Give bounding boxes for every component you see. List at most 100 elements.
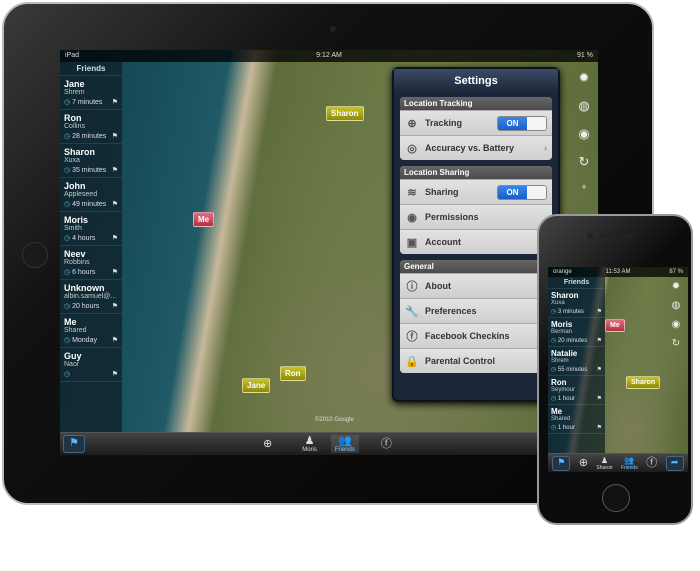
- ipad-home-button[interactable]: [22, 242, 48, 268]
- toggle-switch[interactable]: ON: [497, 115, 547, 131]
- zoom-in-icon[interactable]: +: [581, 182, 586, 192]
- friend-list-item[interactable]: Neev Robbins ◷ 6 hours ⚑: [60, 246, 122, 280]
- friend-list-item[interactable]: Ron Seymour ◷ 1 hour ⚑: [548, 376, 605, 405]
- settings-row[interactable]: ⓕFacebook CheckinsOf: [400, 323, 552, 348]
- flag-icon[interactable]: ⚑: [597, 308, 602, 315]
- friend-list-item[interactable]: John Appleseed ◷ 49 minutes ⚑: [60, 178, 122, 212]
- friend-list-item[interactable]: Unknown albin.samuel@... ◷ 20 hours ⚑: [60, 280, 122, 314]
- clock-icon: ◷: [551, 309, 557, 315]
- flag-icon[interactable]: ⚑: [112, 336, 118, 344]
- friend-list-item[interactable]: Natalie Shrem ◷ 55 minutes ⚑: [548, 347, 605, 376]
- eye-icon[interactable]: ◉: [672, 319, 681, 330]
- settings-gear-icon[interactable]: ✹: [579, 70, 590, 86]
- settings-row[interactable]: ◉ Permissions: [400, 204, 552, 229]
- settings-gear-icon[interactable]: ✹: [672, 281, 680, 292]
- flag-icon[interactable]: ⚑: [112, 132, 118, 140]
- tab-friends[interactable]: 👥 Friends: [330, 435, 359, 453]
- last-seen: 1 hour: [557, 396, 575, 402]
- refresh-icon[interactable]: ↻: [672, 338, 680, 349]
- locate-button[interactable]: ⊕: [579, 457, 588, 469]
- flag-icon[interactable]: ⚑: [597, 337, 602, 344]
- row-label: Preferences: [425, 306, 477, 316]
- flags-button[interactable]: ⚑: [552, 455, 571, 471]
- map-pin-ron[interactable]: Ron: [280, 366, 306, 381]
- settings-group: Location Sharing ≋ Sharing ON ◉ Permissions ▣ A…: [400, 166, 552, 254]
- flag-icon[interactable]: ⚑: [112, 98, 118, 106]
- friend-list-item[interactable]: Sharon Xuxa ◷ 35 minutes ⚑: [60, 144, 122, 178]
- eye-icon[interactable]: ◉: [578, 126, 589, 142]
- flag-icon[interactable]: ⚑: [112, 200, 118, 208]
- flag-icon[interactable]: ⚑: [112, 370, 118, 378]
- clock-icon: ◷: [64, 99, 71, 106]
- flag-icon[interactable]: ⚑: [597, 424, 602, 431]
- friend-list-item[interactable]: Me Shared ◷ 1 hour ⚑: [548, 405, 605, 434]
- flag-icon[interactable]: ⚑: [112, 268, 118, 276]
- friend-list-item[interactable]: Me Shared ◷ Monday ⚑: [60, 314, 122, 348]
- tab-friends[interactable]: 👥 Friends: [621, 456, 638, 471]
- chevron-right-icon: ›: [544, 143, 547, 153]
- map-pin-me[interactable]: Me: [605, 319, 625, 332]
- settings-row[interactable]: ⊕ Tracking ON: [400, 110, 552, 135]
- facebook-button[interactable]: ⓕ: [646, 457, 657, 469]
- flag-icon[interactable]: ⚑: [597, 395, 602, 402]
- friend-list-item[interactable]: Sharon Xuxa ◷ 3 minutes ⚑: [548, 289, 605, 318]
- locate-button[interactable]: ⊕: [263, 438, 272, 450]
- last-seen: 1 hour: [557, 425, 575, 431]
- settings-row[interactable]: ≋ Sharing ON: [400, 179, 552, 204]
- clock-icon: ◷: [551, 396, 557, 402]
- friend-first-name: Guy: [64, 351, 82, 361]
- row-label: Permissions: [425, 212, 479, 222]
- tab-moris[interactable]: ♟ Moris: [302, 435, 317, 453]
- settings-row[interactable]: 🔒Parental ControlOf: [400, 348, 552, 373]
- friend-last-name: Berman: [551, 329, 573, 335]
- friend-last-name: Shrem: [64, 89, 85, 96]
- settings-title: Settings: [394, 69, 558, 93]
- clock-icon: ◷: [64, 167, 71, 174]
- settings-row[interactable]: ◎ Accuracy vs. Battery ›: [400, 135, 552, 160]
- last-seen: 4 hours: [72, 235, 96, 242]
- facebook-icon: ⓕ: [380, 438, 392, 450]
- globe-icon[interactable]: ◍: [578, 98, 589, 114]
- row-label: About: [425, 281, 451, 291]
- flag-icon[interactable]: ⚑: [112, 302, 118, 310]
- share-button[interactable]: ➦: [665, 455, 684, 471]
- flag-icon[interactable]: ⚑: [597, 366, 602, 373]
- person-icon: ♟: [304, 435, 315, 447]
- settings-row[interactable]: ▣ Account: [400, 229, 552, 254]
- friend-last-name: Shrem: [551, 358, 569, 364]
- flag-icon[interactable]: ⚑: [112, 234, 118, 242]
- settings-group: General ⓘ About 🔧 Preferences ⓕ Facebook Check…: [400, 260, 552, 373]
- map-pin-sharon[interactable]: Sharon: [626, 376, 661, 389]
- toggle-switch[interactable]: ON: [497, 184, 547, 200]
- wifi-icon: ≋: [407, 186, 417, 199]
- row-label: Parental Control: [425, 356, 496, 366]
- crosshair-icon: ⊕: [263, 438, 273, 450]
- last-seen: 49 minutes: [72, 201, 107, 208]
- flags-button[interactable]: ⚑: [63, 435, 85, 453]
- friend-list-item[interactable]: Ron Collins ◷ 28 minutes ⚑: [60, 110, 122, 144]
- clock: 9:12 AM: [316, 52, 342, 59]
- friend-list-item[interactable]: Moris Smith ◷ 4 hours ⚑: [60, 212, 122, 246]
- map-controls: ✹ ◍ ◉ ↻ +: [572, 70, 596, 192]
- map-pin-jane[interactable]: Jane: [242, 378, 271, 393]
- flag-icon[interactable]: ⚑: [112, 166, 118, 174]
- row-label: Accuracy vs. Battery: [425, 143, 515, 153]
- friend-last-name: Seymour: [551, 387, 576, 393]
- friend-list-item[interactable]: Jane Shrem ◷ 7 minutes ⚑: [60, 76, 122, 110]
- friend-list-item[interactable]: Moris Berman ◷ 20 minutes ⚑: [548, 318, 605, 347]
- friend-list-item[interactable]: Guy Naor ◷ ⚑: [60, 348, 122, 382]
- iphone-friends-sidebar: Friends Sharon Xuxa ◷ 3 minutes ⚑ Moris Be…: [548, 277, 605, 453]
- settings-row[interactable]: 🔧 Preferences: [400, 298, 552, 323]
- map-pin-sharon[interactable]: Sharon: [326, 106, 364, 121]
- friend-first-name: Ron: [64, 113, 82, 123]
- friend-last-name: Naor: [64, 361, 80, 368]
- friend-first-name: Moris: [551, 320, 573, 329]
- facebook-button[interactable]: ⓕ: [381, 438, 392, 450]
- refresh-icon[interactable]: ↻: [579, 154, 590, 170]
- map-pin-me[interactable]: Me: [193, 212, 215, 227]
- globe-icon[interactable]: ◍: [672, 300, 681, 311]
- tab-sharon[interactable]: ♟ Sharon: [596, 456, 612, 471]
- facebook-icon: ⓕ: [646, 457, 658, 469]
- iphone-home-button[interactable]: [602, 484, 630, 512]
- settings-row[interactable]: ⓘ About: [400, 273, 552, 298]
